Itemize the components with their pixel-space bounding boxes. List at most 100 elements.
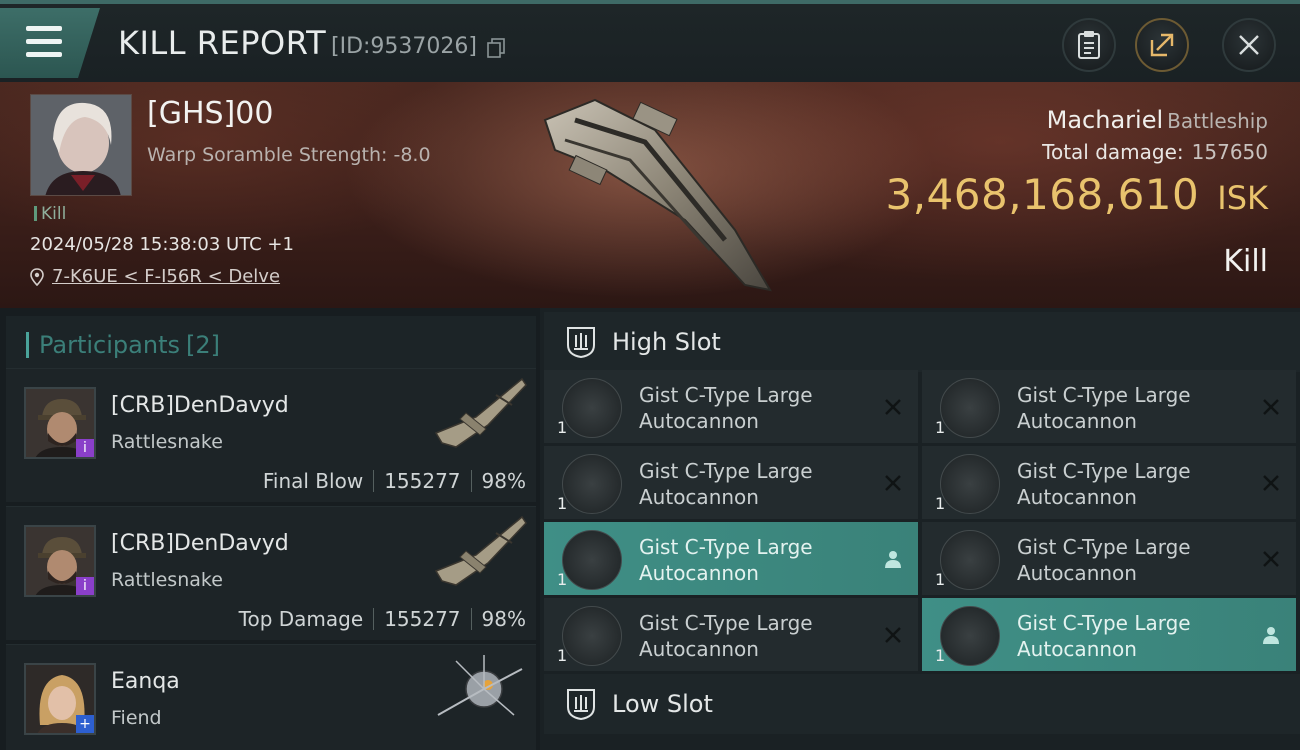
participant-damage: 155277 bbox=[384, 469, 461, 493]
participant-stats: Final Blow 155277 98% bbox=[263, 469, 526, 493]
module-item[interactable]: 1 Gist C-Type Large Autocannon bbox=[544, 446, 918, 520]
share-button[interactable] bbox=[1135, 18, 1189, 72]
destroyed-icon bbox=[1263, 551, 1279, 567]
victim-ship-image bbox=[543, 98, 772, 292]
destroyed-icon bbox=[1263, 399, 1279, 415]
participant-row[interactable]: i [CRB]DenDavyd Rattlesnake Final Blow 1… bbox=[6, 368, 536, 502]
ship-class: Battleship bbox=[1167, 109, 1268, 133]
autocannon-icon bbox=[940, 606, 1000, 666]
top-bar: KILL REPORT [ID:9537026] bbox=[0, 0, 1300, 82]
participant-ship: Rattlesnake bbox=[111, 431, 223, 453]
low-slot-title: Low Slot bbox=[612, 690, 713, 718]
victim-summary: [GHS]00 Warp Soramble Strength: -8.0 Kil… bbox=[0, 82, 1300, 308]
stat-divider bbox=[373, 470, 375, 492]
page-title: KILL REPORT bbox=[118, 24, 327, 62]
participant-ship-image bbox=[434, 515, 527, 586]
total-damage: Total damage: 157650 bbox=[1042, 140, 1268, 164]
autocannon-icon bbox=[562, 378, 622, 438]
destroyed-icon bbox=[885, 475, 901, 491]
module-item[interactable]: 1 Gist C-Type Large Autocannon bbox=[922, 522, 1296, 596]
tag-marker bbox=[34, 206, 37, 221]
module-item[interactable]: 1 Gist C-Type Large Autocannon bbox=[544, 370, 918, 444]
high-slot-title: High Slot bbox=[612, 328, 721, 356]
autocannon-icon bbox=[940, 378, 1000, 438]
total-damage-value: 157650 bbox=[1191, 140, 1268, 164]
participant-avatar[interactable]: i bbox=[24, 525, 96, 597]
victim-name: [GHS]00 bbox=[147, 96, 274, 131]
participant-percent: 98% bbox=[481, 469, 526, 493]
dropped-person-icon bbox=[1263, 627, 1279, 644]
participant-ship-image bbox=[434, 377, 527, 448]
module-quantity: 1 bbox=[935, 494, 946, 513]
participant-avatar[interactable]: + bbox=[24, 663, 96, 735]
module-item[interactable]: 1 Gist C-Type Large Autocannon bbox=[544, 522, 918, 596]
close-button[interactable] bbox=[1222, 18, 1276, 72]
participant-badge: i bbox=[76, 577, 94, 595]
module-item[interactable]: 1 Gist C-Type Large Autocannon bbox=[922, 598, 1296, 672]
portrait-image bbox=[31, 95, 131, 195]
autocannon-icon bbox=[562, 606, 622, 666]
module-item[interactable]: 1 Gist C-Type Large Autocannon bbox=[922, 370, 1296, 444]
fittings-panel: High Slot 1 Gist C-Type Large Autocannon… bbox=[540, 308, 1300, 750]
warp-scramble-strength: Warp Soramble Strength: -8.0 bbox=[147, 144, 431, 166]
module-name: Gist C-Type Large Autocannon bbox=[1017, 383, 1191, 433]
module-quantity: 1 bbox=[935, 570, 946, 589]
share-icon bbox=[1150, 33, 1174, 57]
participant-name: Eanqa bbox=[111, 669, 180, 694]
module-item[interactable]: 1 Gist C-Type Large Autocannon bbox=[922, 446, 1296, 520]
isk-unit: ISK bbox=[1217, 179, 1268, 217]
participant-row[interactable]: + Eanqa Fiend bbox=[6, 644, 536, 750]
module-name: Gist C-Type Large Autocannon bbox=[639, 459, 813, 509]
dropped-person-icon bbox=[885, 551, 901, 568]
destroyed-icon bbox=[1263, 475, 1279, 491]
stat-divider bbox=[373, 608, 375, 630]
participant-avatar[interactable]: i bbox=[24, 387, 96, 459]
participant-role: Top Damage bbox=[238, 607, 364, 631]
high-slot-icon bbox=[567, 327, 595, 359]
participants-header: Participants [2] bbox=[6, 316, 536, 374]
participant-name: [CRB]DenDavyd bbox=[111, 531, 289, 556]
autocannon-icon bbox=[940, 530, 1000, 590]
copy-icon[interactable] bbox=[487, 38, 505, 58]
clipboard-button[interactable] bbox=[1062, 18, 1116, 72]
participant-name: [CRB]DenDavyd bbox=[111, 393, 289, 418]
total-damage-label: Total damage: bbox=[1042, 140, 1184, 164]
participants-count: [2] bbox=[185, 331, 220, 359]
participant-ship-image bbox=[437, 655, 523, 716]
victim-portrait[interactable] bbox=[30, 94, 132, 196]
location-link[interactable]: 7-K6UE < F-I56R < Delve bbox=[52, 266, 280, 287]
kill-datetime: 2024/05/28 15:38:03 UTC +1 bbox=[30, 234, 294, 255]
hamburger-icon bbox=[26, 26, 62, 58]
participant-ship: Fiend bbox=[111, 707, 162, 729]
high-slot-header: High Slot bbox=[544, 312, 1300, 372]
low-slot-header: Low Slot bbox=[544, 674, 1300, 734]
kill-outcome: Kill bbox=[1223, 244, 1268, 279]
module-quantity: 1 bbox=[557, 570, 568, 589]
module-name: Gist C-Type Large Autocannon bbox=[1017, 459, 1191, 509]
menu-button[interactable] bbox=[0, 8, 100, 78]
report-id: [ID:9537026] bbox=[331, 34, 477, 59]
kill-tag: Kill bbox=[34, 204, 66, 224]
destroyed-icon bbox=[885, 627, 901, 643]
module-item[interactable]: 1 Gist C-Type Large Autocannon bbox=[544, 598, 918, 672]
participant-ship: Rattlesnake bbox=[111, 569, 223, 591]
stat-divider bbox=[470, 470, 472, 492]
module-name: Gist C-Type Large Autocannon bbox=[1017, 611, 1191, 661]
close-icon bbox=[1239, 35, 1259, 55]
destroyed-icon bbox=[885, 399, 901, 415]
participants-label: Participants bbox=[39, 331, 180, 359]
kill-location[interactable]: 7-K6UE < F-I56R < Delve bbox=[30, 266, 280, 287]
participant-badge: i bbox=[76, 439, 94, 457]
isk-value: 3,468,168,610 ISK bbox=[885, 170, 1268, 219]
participant-row[interactable]: i [CRB]DenDavyd Rattlesnake Top Damage 1… bbox=[6, 506, 536, 640]
victim-ship: Machariel Battleship bbox=[1047, 106, 1268, 134]
header-accent-bar bbox=[26, 332, 29, 358]
kill-tag-label: Kill bbox=[41, 204, 67, 224]
module-name: Gist C-Type Large Autocannon bbox=[639, 535, 813, 585]
location-pin-icon bbox=[30, 267, 44, 286]
low-slot-icon bbox=[567, 689, 595, 721]
participant-role: Final Blow bbox=[262, 469, 364, 493]
autocannon-icon bbox=[562, 454, 622, 514]
module-name: Gist C-Type Large Autocannon bbox=[639, 383, 813, 433]
participant-badge: + bbox=[76, 715, 94, 733]
